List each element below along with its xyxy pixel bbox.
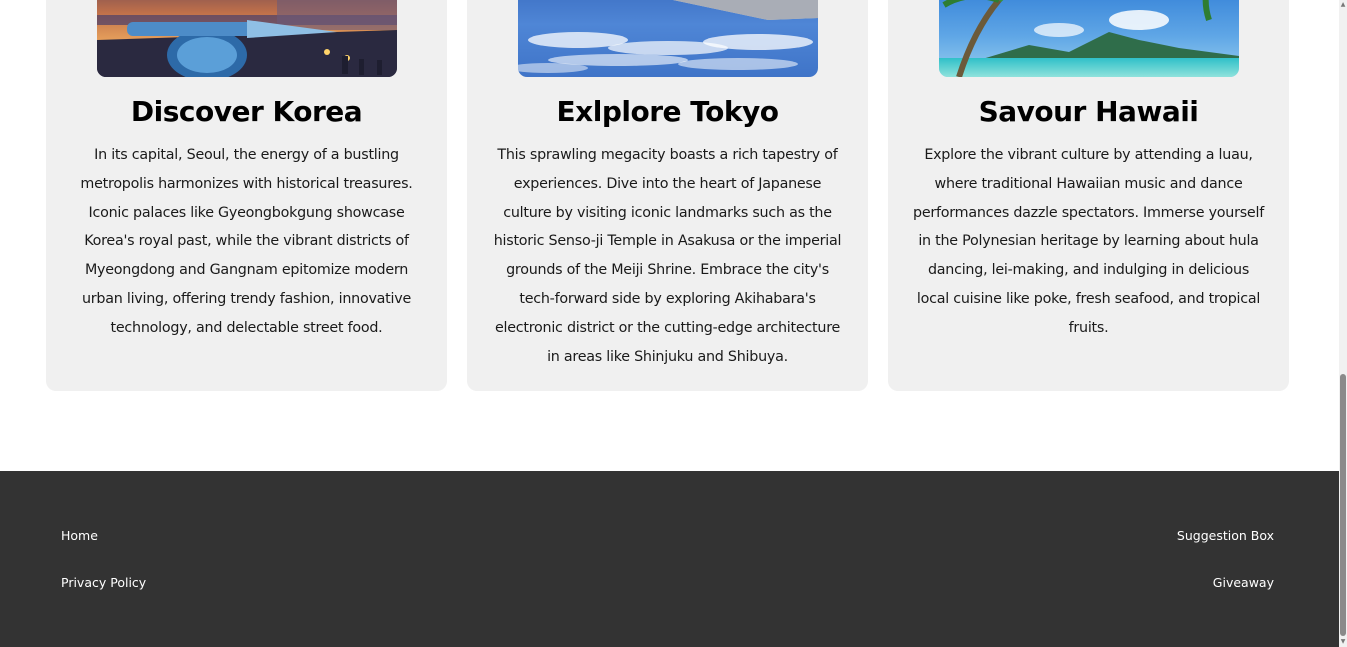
card-tokyo: Exlplore Tokyo This sprawling megacity b… [467, 0, 868, 391]
korea-image [97, 0, 397, 77]
card-title: Savour Hawaii [978, 95, 1199, 128]
vertical-scrollbar[interactable]: ▲ ▼ [1339, 0, 1347, 647]
page: Discover Korea In its capital, Seoul, th… [0, 0, 1347, 647]
destination-cards: Discover Korea In its capital, Seoul, th… [0, 0, 1339, 471]
scroll-up-arrow-icon[interactable]: ▲ [1339, 0, 1347, 10]
site-footer: Home Privacy Policy Suggestion Box Givea… [0, 471, 1339, 647]
scrollbar-thumb[interactable] [1340, 374, 1346, 636]
footer-link-suggestion-box[interactable]: Suggestion Box [1177, 528, 1274, 544]
footer-link-giveaway[interactable]: Giveaway [1213, 575, 1274, 591]
footer-link-home[interactable]: Home [61, 528, 98, 544]
card-korea: Discover Korea In its capital, Seoul, th… [46, 0, 447, 391]
card-description: This sprawling megacity boasts a rich ta… [493, 147, 842, 365]
footer-link-privacy-policy[interactable]: Privacy Policy [61, 575, 146, 591]
tokyo-image [518, 0, 818, 77]
card-hawaii: Savour Hawaii Explore the vibrant cultur… [888, 0, 1289, 391]
card-title: Discover Korea [130, 95, 363, 128]
scroll-down-arrow-icon[interactable]: ▼ [1339, 637, 1347, 647]
card-description: In its capital, Seoul, the energy of a b… [80, 147, 413, 336]
card-description: Explore the vibrant culture by attending… [913, 147, 1264, 336]
card-title: Exlplore Tokyo [556, 95, 779, 128]
hawaii-image [939, 0, 1239, 77]
